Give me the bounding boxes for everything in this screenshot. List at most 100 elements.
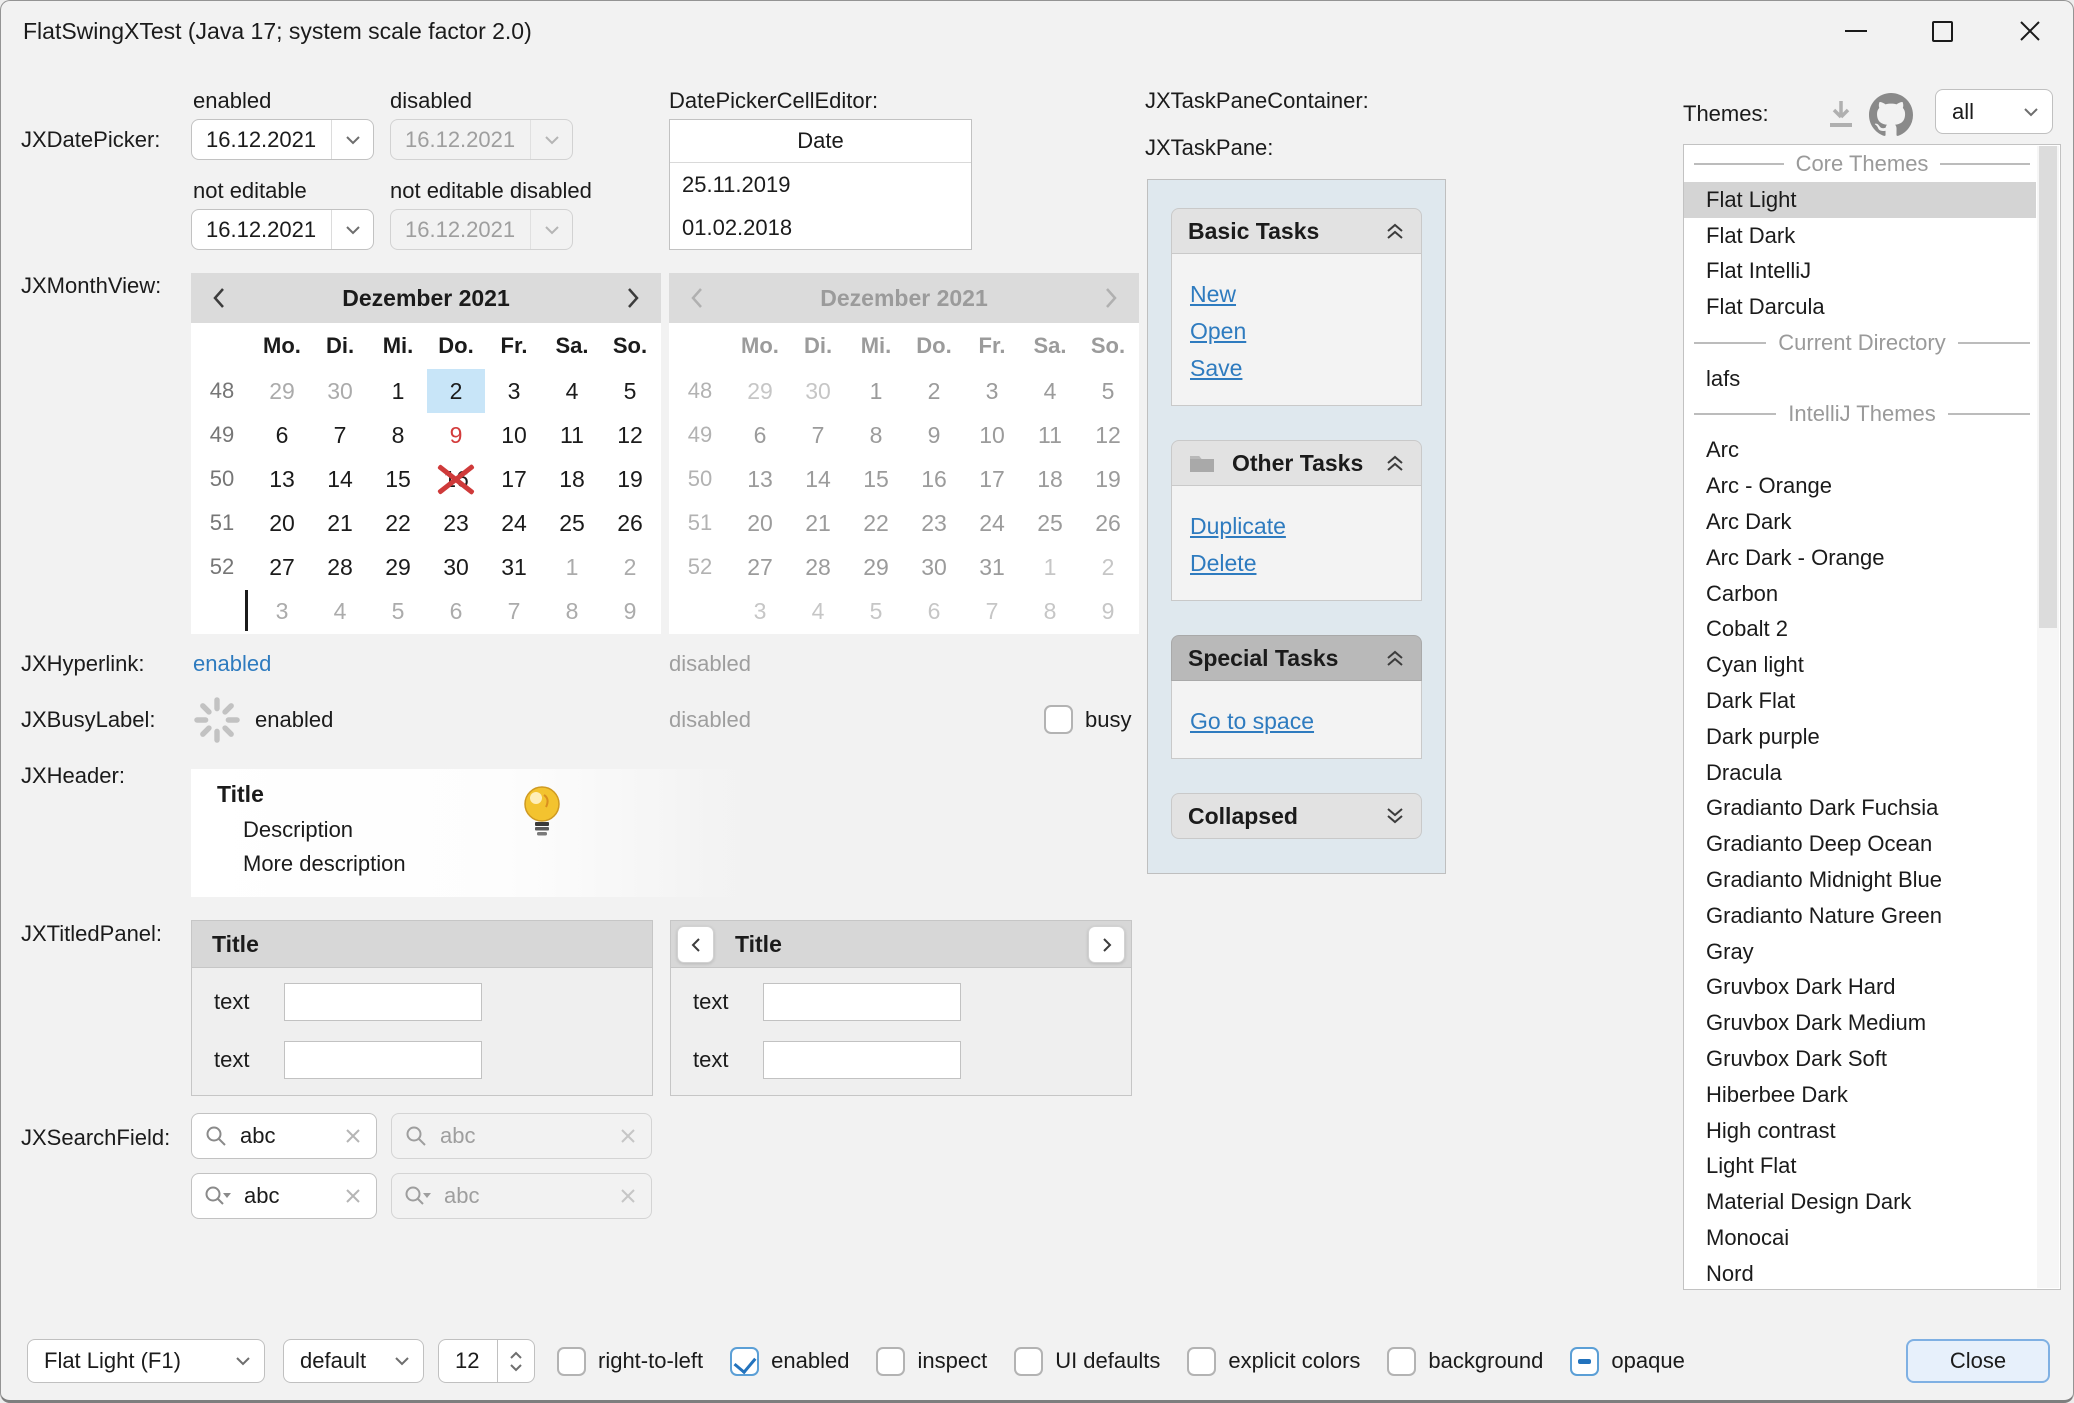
theme-list-item[interactable]: Arc - Orange	[1684, 468, 2036, 504]
calendar-day[interactable]: 16	[427, 457, 485, 501]
theme-list-item[interactable]: Dark Flat	[1684, 683, 2036, 719]
close-window-button[interactable]	[1997, 1, 2063, 61]
date-picker-enabled[interactable]: 16.12.2021	[191, 119, 374, 160]
theme-list-item[interactable]: Gruvbox Dark Medium	[1684, 1005, 2036, 1041]
checkbox-row[interactable]: background	[1387, 1347, 1543, 1376]
calendar-day[interactable]: 8	[369, 413, 427, 457]
checkbox-row[interactable]: opaque	[1570, 1347, 1684, 1376]
search-field-enabled[interactable]: abc	[191, 1113, 377, 1159]
calendar-day[interactable]: 3	[485, 369, 543, 413]
theme-list-item[interactable]: Gradianto Nature Green	[1684, 898, 2036, 934]
next-month-button[interactable]	[605, 273, 661, 323]
calendar-day[interactable]: 13	[253, 457, 311, 501]
calendar-day[interactable]: 2	[427, 369, 485, 413]
text-field[interactable]	[763, 983, 961, 1021]
checkbox-row[interactable]: enabled	[730, 1347, 849, 1376]
theme-list-item[interactable]: Flat Dark	[1684, 218, 2036, 254]
theme-list-item[interactable]: lafs	[1684, 361, 2036, 397]
busy-checkbox[interactable]	[1044, 705, 1073, 734]
task-pane-group-header[interactable]: Other Tasks	[1171, 440, 1422, 486]
calendar-day[interactable]: 9	[601, 589, 659, 633]
theme-list-item[interactable]: Dracula	[1684, 755, 2036, 791]
calendar-day[interactable]: 12	[601, 413, 659, 457]
search-field-with-menu[interactable]: abc	[191, 1173, 377, 1219]
task-pane-group-header[interactable]: Basic Tasks	[1171, 208, 1422, 254]
calendar-day[interactable]: 6	[253, 413, 311, 457]
calendar-day[interactable]: 30	[311, 369, 369, 413]
spinner-value[interactable]: 12	[439, 1340, 497, 1382]
calendar-day[interactable]: 8	[543, 589, 601, 633]
calendar-day[interactable]: 19	[601, 457, 659, 501]
theme-list-item[interactable]: Material Design Dark	[1684, 1184, 2036, 1220]
calendar-day[interactable]: 22	[369, 501, 427, 545]
calendar-day[interactable]: 5	[601, 369, 659, 413]
theme-list-item[interactable]: High contrast	[1684, 1113, 2036, 1149]
calendar-day[interactable]: 2	[601, 545, 659, 589]
chevron-up-icon[interactable]	[509, 1351, 523, 1360]
task-link[interactable]: Open	[1190, 313, 1403, 350]
theme-list-item[interactable]: Arc Dark - Orange	[1684, 540, 2036, 576]
theme-list-item[interactable]: Monocai	[1684, 1220, 2036, 1256]
calendar-day[interactable]: 20	[253, 501, 311, 545]
theme-list-item[interactable]: Flat Light	[1684, 182, 2036, 218]
task-link[interactable]: Save	[1190, 350, 1403, 387]
theme-list-item[interactable]: Flat IntelliJ	[1684, 253, 2036, 289]
checkbox-background[interactable]	[1387, 1347, 1416, 1376]
calendar-day[interactable]: 30	[427, 545, 485, 589]
checkbox-inspect[interactable]	[876, 1347, 905, 1376]
checkbox-explicit-colors[interactable]	[1187, 1347, 1216, 1376]
checkbox-row[interactable]: inspect	[876, 1347, 987, 1376]
calendar-day[interactable]: 4	[311, 589, 369, 633]
calendar-day[interactable]: 29	[369, 545, 427, 589]
calendar-day[interactable]: 29	[253, 369, 311, 413]
calendar-day[interactable]: 9	[427, 413, 485, 457]
clear-icon[interactable]	[344, 1187, 362, 1205]
theme-list-item[interactable]: Cobalt 2	[1684, 611, 2036, 647]
calendar-day[interactable]: 25	[543, 501, 601, 545]
theme-list-item[interactable]: Gradianto Midnight Blue	[1684, 862, 2036, 898]
calendar-day[interactable]: 5	[369, 589, 427, 633]
theme-list-item[interactable]: Hiberbee Dark	[1684, 1077, 2036, 1113]
calendar-day[interactable]: 21	[311, 501, 369, 545]
chevron-down-icon[interactable]	[509, 1363, 523, 1372]
task-link[interactable]: Go to space	[1190, 703, 1403, 740]
date-picker-dropdown-button[interactable]	[331, 210, 373, 249]
search-menu-icon[interactable]	[204, 1184, 232, 1208]
calendar-day[interactable]: 14	[311, 457, 369, 501]
calendar-day[interactable]: 31	[485, 545, 543, 589]
table-row[interactable]: 25.11.2019	[670, 163, 971, 206]
calendar-day[interactable]: 4	[543, 369, 601, 413]
calendar-day[interactable]: 7	[485, 589, 543, 633]
text-field[interactable]	[284, 1041, 482, 1079]
calendar-day[interactable]: 28	[311, 545, 369, 589]
theme-list-item[interactable]: Dark purple	[1684, 719, 2036, 755]
task-link[interactable]: Duplicate	[1190, 508, 1403, 545]
calendar-day[interactable]: 3	[253, 589, 311, 633]
date-picker-value[interactable]: 16.12.2021	[192, 120, 331, 159]
calendar-day[interactable]: 17	[485, 457, 543, 501]
calendar-day[interactable]: 10	[485, 413, 543, 457]
theme-list-item[interactable]: Carbon	[1684, 576, 2036, 612]
calendar-day[interactable]: 23	[427, 501, 485, 545]
checkbox-row[interactable]: explicit colors	[1187, 1347, 1360, 1376]
text-field[interactable]	[284, 983, 482, 1021]
checkbox-opaque[interactable]	[1570, 1347, 1599, 1376]
theme-list-item[interactable]: Cyan light	[1684, 647, 2036, 683]
maximize-button[interactable]	[1909, 1, 1975, 61]
calendar-day[interactable]: 1	[543, 545, 601, 589]
style-combo[interactable]: default	[283, 1339, 424, 1383]
text-field[interactable]	[763, 1041, 961, 1079]
theme-list-item[interactable]: Arc Dark	[1684, 504, 2036, 540]
theme-list-item[interactable]: Gruvbox Dark Soft	[1684, 1041, 2036, 1077]
search-input[interactable]: abc	[240, 1123, 332, 1149]
checkbox-row[interactable]: UI defaults	[1014, 1347, 1160, 1376]
theme-list-item[interactable]: Gradianto Deep Ocean	[1684, 826, 2036, 862]
theme-list-item[interactable]: Nord	[1684, 1256, 2036, 1290]
clear-icon[interactable]	[344, 1127, 362, 1145]
calendar-day[interactable]: 11	[543, 413, 601, 457]
titled-panel-prev-button[interactable]	[677, 926, 714, 963]
theme-list-item[interactable]: Flat Darcula	[1684, 289, 2036, 325]
themes-filter-combo[interactable]: all	[1935, 89, 2053, 134]
table-row[interactable]: 01.02.2018	[670, 206, 971, 249]
task-pane-group-header[interactable]: Collapsed	[1171, 793, 1422, 839]
